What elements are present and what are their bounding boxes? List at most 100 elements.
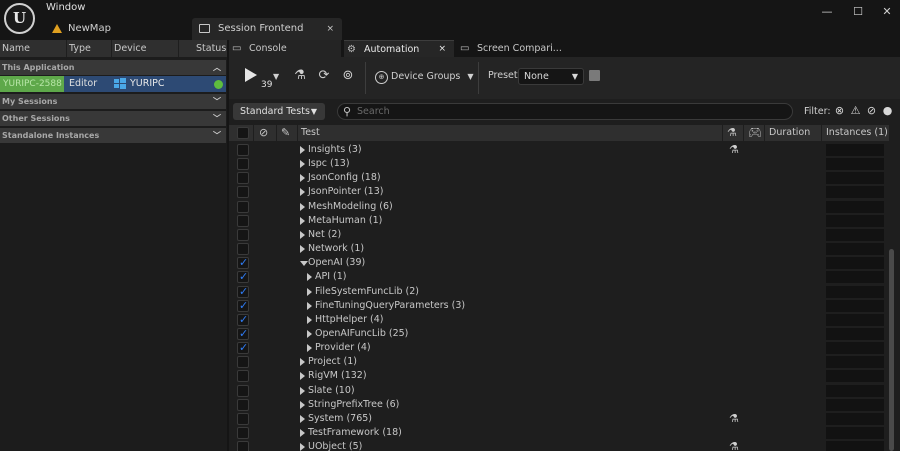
section-my-sessions[interactable]: My Sessions ﹀ bbox=[0, 94, 226, 109]
tree-row[interactable]: System (765) ⚗ bbox=[229, 412, 889, 426]
tree-row[interactable]: MeshModeling (6) bbox=[229, 200, 889, 214]
row-checkbox[interactable] bbox=[237, 285, 249, 298]
close-tab-icon[interactable]: × bbox=[326, 18, 334, 40]
tree-row[interactable]: Project (1) bbox=[229, 355, 889, 369]
search-input[interactable] bbox=[357, 104, 777, 119]
tree-row[interactable]: Provider (4) bbox=[229, 341, 889, 355]
tab-console[interactable]: ▭ Console bbox=[229, 40, 341, 57]
tree-row[interactable]: UObject (5) ⚗ bbox=[229, 440, 889, 451]
section-other-sessions[interactable]: Other Sessions ﹀ bbox=[0, 111, 226, 126]
collapsed-arrow-icon[interactable] bbox=[300, 358, 305, 367]
collapsed-arrow-icon[interactable] bbox=[300, 414, 305, 423]
chevron-down-icon[interactable]: ▼ bbox=[273, 72, 279, 81]
tree-row[interactable]: API (1) bbox=[229, 270, 889, 284]
collapsed-arrow-icon[interactable] bbox=[300, 372, 305, 381]
disabled-column-icon[interactable]: ⊘ bbox=[259, 125, 268, 141]
collapsed-arrow-icon[interactable] bbox=[307, 301, 312, 310]
column-name[interactable]: Name bbox=[0, 40, 67, 57]
section-standalone-instances[interactable]: Standalone Instances ﹀ bbox=[0, 128, 226, 143]
tree-row[interactable]: Slate (10) bbox=[229, 384, 889, 398]
smoke-filter-icon[interactable]: ⊘ bbox=[865, 104, 878, 117]
row-checkbox[interactable] bbox=[237, 172, 249, 185]
collapsed-arrow-icon[interactable] bbox=[300, 429, 305, 437]
row-checkbox[interactable] bbox=[237, 256, 249, 270]
collapsed-arrow-icon[interactable] bbox=[300, 160, 305, 169]
find-workers-icon[interactable]: ⊚ bbox=[340, 68, 356, 84]
tab-newmap[interactable]: NewMap bbox=[42, 18, 192, 40]
expanded-arrow-icon[interactable] bbox=[300, 261, 308, 267]
column-instances[interactable]: Instances (1) bbox=[826, 125, 888, 141]
menu-window[interactable]: Window bbox=[46, 2, 85, 13]
collapsed-arrow-icon[interactable] bbox=[300, 230, 305, 239]
developer-filter-icon[interactable]: ● bbox=[881, 104, 894, 117]
tree-row[interactable]: OpenAI (39) bbox=[229, 256, 889, 270]
tree-row[interactable]: JsonConfig (18) bbox=[229, 171, 889, 185]
tree-row[interactable]: OpenAIFuncLib (25) bbox=[229, 327, 889, 341]
row-checkbox[interactable] bbox=[237, 356, 249, 369]
column-test[interactable]: Test bbox=[301, 125, 320, 141]
collapsed-arrow-icon[interactable] bbox=[300, 216, 305, 225]
row-checkbox[interactable] bbox=[237, 158, 249, 171]
collapsed-arrow-icon[interactable] bbox=[307, 273, 312, 282]
row-checkbox[interactable] bbox=[237, 228, 249, 241]
tab-session-frontend[interactable]: Session Frontend × bbox=[192, 18, 342, 40]
column-type[interactable]: Type bbox=[67, 40, 112, 57]
row-checkbox[interactable] bbox=[237, 441, 249, 451]
row-checkbox[interactable] bbox=[237, 427, 249, 439]
standard-tests-dropdown[interactable]: Standard Tests ▼ bbox=[233, 103, 325, 120]
collapsed-arrow-icon[interactable] bbox=[300, 146, 305, 154]
row-checkbox[interactable] bbox=[237, 384, 249, 397]
unreal-logo-icon[interactable]: U bbox=[4, 3, 35, 34]
play-icon[interactable] bbox=[245, 68, 257, 82]
edit-column-icon[interactable]: ✎ bbox=[281, 125, 290, 141]
row-checkbox[interactable] bbox=[237, 200, 249, 213]
tree-row[interactable]: FileSystemFuncLib (2) bbox=[229, 285, 889, 299]
warning-filter-icon[interactable]: ⚠ bbox=[849, 104, 862, 117]
tree-row[interactable]: MetaHuman (1) bbox=[229, 214, 889, 228]
collapsed-arrow-icon[interactable] bbox=[300, 443, 305, 451]
minimize-icon[interactable]: — bbox=[817, 4, 837, 20]
tree-row[interactable]: Insights (3) ⚗ bbox=[229, 143, 889, 157]
error-filter-icon[interactable]: ⊗ bbox=[833, 104, 846, 117]
flask-column-icon[interactable]: ⚗ bbox=[727, 125, 737, 141]
row-checkbox[interactable] bbox=[237, 270, 249, 284]
row-checkbox[interactable] bbox=[237, 186, 249, 199]
close-tab-icon[interactable]: × bbox=[438, 41, 446, 58]
column-status[interactable]: Status bbox=[194, 40, 227, 57]
close-window-icon[interactable]: ✕ bbox=[877, 4, 897, 20]
collapsed-arrow-icon[interactable] bbox=[307, 329, 312, 338]
refresh-icon[interactable]: ⟳ bbox=[316, 68, 332, 84]
row-checkbox[interactable] bbox=[237, 412, 249, 425]
column-duration[interactable]: Duration bbox=[769, 125, 810, 141]
gamepad-column-icon[interactable]: 🎮︎ bbox=[748, 125, 762, 141]
tree-row[interactable]: HttpHelper (4) bbox=[229, 313, 889, 327]
row-checkbox[interactable] bbox=[237, 144, 249, 156]
tree-row[interactable]: JsonPointer (13) bbox=[229, 185, 889, 199]
collapsed-arrow-icon[interactable] bbox=[307, 287, 312, 296]
row-checkbox[interactable] bbox=[237, 341, 249, 355]
tree-row[interactable]: FineTuningQueryParameters (3) bbox=[229, 299, 889, 313]
collapsed-arrow-icon[interactable] bbox=[307, 344, 312, 353]
save-icon[interactable] bbox=[589, 70, 600, 81]
tree-row[interactable]: Net (2) bbox=[229, 228, 889, 242]
row-checkbox[interactable] bbox=[237, 313, 249, 326]
device-groups-button[interactable]: ⊕ Device Groups ▼ bbox=[375, 68, 474, 86]
preset-select[interactable]: None ▼ bbox=[518, 68, 584, 85]
tab-automation[interactable]: ⚙ Automation × bbox=[344, 40, 454, 57]
tree-row[interactable]: StringPrefixTree (6) bbox=[229, 398, 889, 412]
row-checkbox[interactable] bbox=[237, 243, 249, 256]
collapsed-arrow-icon[interactable] bbox=[300, 386, 305, 395]
maximize-icon[interactable]: ☐ bbox=[848, 4, 868, 20]
column-device[interactable]: Device bbox=[112, 40, 179, 57]
row-checkbox[interactable] bbox=[237, 214, 249, 227]
collapsed-arrow-icon[interactable] bbox=[300, 245, 305, 254]
collapsed-arrow-icon[interactable] bbox=[307, 315, 312, 324]
scrollbar-thumb[interactable] bbox=[889, 249, 894, 451]
row-checkbox[interactable] bbox=[237, 398, 249, 411]
collapsed-arrow-icon[interactable] bbox=[300, 202, 305, 211]
collapsed-arrow-icon[interactable] bbox=[300, 174, 305, 183]
collapsed-arrow-icon[interactable] bbox=[300, 400, 305, 409]
collapsed-arrow-icon[interactable] bbox=[300, 188, 305, 197]
tree-row[interactable]: RigVM (132) bbox=[229, 369, 889, 383]
clear-results-icon[interactable]: ⚗ bbox=[292, 68, 308, 84]
